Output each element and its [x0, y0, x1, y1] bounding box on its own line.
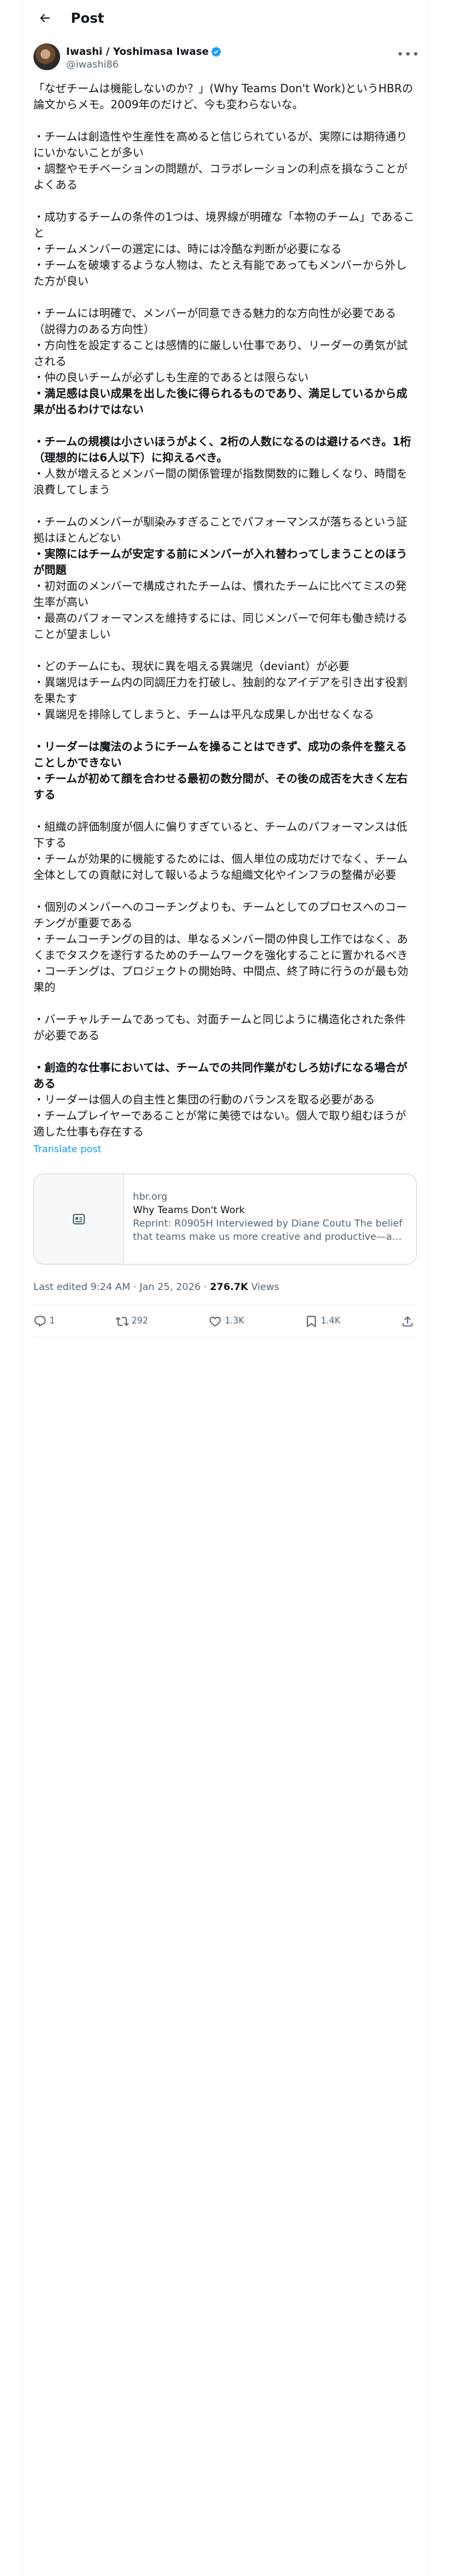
author-info: Iwashi / Yoshimasa Iwase @iwashi86 — [66, 43, 222, 72]
tweet-line: ・チームコーチングの目的は、単なるメンバー間の仲良し工作ではなく、あくまでタスク… — [33, 933, 408, 962]
tweet-line: ・方向性を設定することは感情的に厳しい仕事であり、リーダーの勇気が試される — [33, 339, 408, 368]
tweet-line: ・個別のメンバーへのコーチングよりも、チームとしてのプロセスへのコーチングが重要… — [33, 901, 408, 930]
tweet-line: 「なぜチームは機能しないのか？」(Why Teams Don't Work)とい… — [33, 82, 414, 111]
tweet-line: ・異端児を排除してしまうと、チームは平凡な成果しか出せなくなる — [33, 708, 374, 721]
tweet-line: ・仲の良いチームが必ずしも生産的であるとは限らない — [33, 371, 309, 384]
tweet-line: ・どのチームにも、現状に異を唱える異端児（deviant）が必要 — [33, 660, 350, 673]
tweet-line: ・コーチングは、プロジェクトの開始時、中間点、終了時に行うのが最も効果的 — [33, 965, 408, 994]
views-count: 276.7K — [210, 1282, 249, 1293]
tweet-text: 「なぜチームは機能しないのか？」(Why Teams Don't Work)とい… — [23, 81, 428, 1140]
tweet-line: ・初対面のメンバーで構成されたチームは、慣れたチームに比べてミスの発生率が高い — [33, 580, 407, 609]
top-bar: Post — [23, 0, 428, 35]
like-count: 1.3K — [224, 1316, 245, 1326]
bookmark-count: 1.4K — [321, 1316, 341, 1326]
tweet-line: ・人数が増えるとメンバー間の関係管理が指数関数的に難しくなり、時間を浪費してしま… — [33, 467, 408, 496]
tweet-line: ・チームには明確で、メンバーが同意できる魅力的な方向性が必要である（説得力のある… — [33, 307, 396, 336]
heart-icon — [209, 1316, 221, 1327]
link-card[interactable]: hbr.org Why Teams Don't Work Reprint: R0… — [33, 1174, 417, 1265]
card-thumbnail — [34, 1174, 124, 1264]
author-name[interactable]: Iwashi / Yoshimasa Iwase — [66, 45, 208, 58]
tweet-line: ・組織の評価制度が個人に偏りすぎていると、チームのパフォーマンスは低下する — [33, 821, 408, 849]
tweet-line: ・チームを破壊するような人物は、たとえ有能であってもメンバーから外した方が良い — [33, 259, 407, 288]
verified-badge-icon — [211, 46, 222, 57]
tweet-line: ・成功するチームの条件の1つは、境界線が明確な「本物のチーム」であること — [33, 211, 415, 239]
card-text: hbr.org Why Teams Don't Work Reprint: R0… — [124, 1174, 416, 1264]
back-button[interactable] — [33, 7, 56, 29]
tweet-line: ・チームは創造性や生産性を高めると信じられているが、実際には期待通りにいかないこ… — [33, 130, 408, 159]
tweet-line: ・チームプレイヤーであることが常に美徳ではない。個人で取り組むほうが適した仕事も… — [33, 1109, 406, 1138]
translate-link[interactable]: Translate post — [33, 1144, 102, 1155]
post-column: Post Iwashi / Yoshimasa Iwase @iwashi86 … — [22, 0, 428, 2576]
page-title: Post — [71, 9, 104, 26]
tweet-line: ・調整やモチベーションの問題が、コラボレーションの利点を損なうことがよくある — [33, 163, 408, 191]
share-button[interactable] — [401, 1315, 417, 1328]
reply-count: 1 — [49, 1316, 55, 1326]
tweet-line: ・チームのメンバーが馴染みすぎることでパフォーマンスが落ちるという証拠はほとんど… — [33, 516, 408, 544]
share-icon — [402, 1315, 413, 1326]
repost-button[interactable]: 292 — [115, 1315, 148, 1328]
tweet-line: ・実際にはチームが安定する前にメンバーが入れ替わってしまうことのほうが問題 — [33, 548, 408, 576]
avatar[interactable] — [33, 43, 60, 70]
author-name-row[interactable]: Iwashi / Yoshimasa Iwase — [66, 45, 222, 58]
repost-icon — [115, 1316, 129, 1326]
author-handle[interactable]: @iwashi86 — [66, 58, 222, 72]
more-dots-icon: ••• — [396, 47, 420, 62]
more-options-button[interactable]: ••• — [396, 46, 420, 62]
card-domain: hbr.org — [133, 1192, 168, 1202]
tweet-line: ・異端児はチーム内の同調圧力を打破し、独創的なアイデアを引き出す役割を果たす — [33, 676, 408, 705]
page: Post Iwashi / Yoshimasa Iwase @iwashi86 … — [0, 0, 451, 2576]
author-row: Iwashi / Yoshimasa Iwase @iwashi86 ••• — [23, 43, 428, 81]
tweet-line: ・チームが初めて顔を合わせる最初の数分間が、その後の成否を大きく左右する — [33, 772, 408, 801]
tweet-line: ・チームメンバーの選定には、時には冷酷な判断が必要になる — [33, 243, 342, 255]
card-description: Reprint: R0905H Interviewed by Diane Cou… — [133, 1218, 404, 1243]
tweet-line: ・チームの規模は小さいほうがよく、2桁の人数になるのは避けるべき。1桁（理想的に… — [33, 435, 412, 464]
tweet-line: ・バーチャルチームであっても、対面チームと同じように構造化された条件が必要である — [33, 1013, 406, 1042]
tweet-line: ・チームが効果的に機能するためには、個人単位の成功だけでなく、チーム全体としての… — [33, 853, 408, 881]
views-label: Views — [248, 1282, 279, 1293]
tweet-line: ・リーダーは魔法のようにチームを操ることはできず、成功の条件を整えることしかでき… — [33, 740, 407, 769]
bookmark-icon — [307, 1315, 316, 1327]
tweet-line: ・最高のパフォーマンスを維持するには、同じメンバーで何年も働き続けることが望まし… — [33, 612, 408, 641]
bookmark-button[interactable]: 1.4K — [305, 1315, 340, 1328]
reply-icon — [34, 1315, 46, 1327]
like-button[interactable]: 1.3K — [208, 1315, 245, 1328]
reply-button[interactable]: 1 — [33, 1315, 55, 1328]
arrow-left-icon — [39, 13, 50, 22]
edited-timestamp[interactable]: Last edited 9:24 AM · Jan 25, 2026 · — [33, 1282, 210, 1293]
tweet-line: ・満足感は良い成果を出した後に得られるものであり、満足しているから成果が出るわけ… — [33, 387, 408, 416]
tweet-line: ・創造的な仕事においては、チームでの共同作業がむしろ妨げになる場合がある — [33, 1061, 408, 1090]
tweet-line: ・リーダーは個人の自主性と集団の行動のバランスを取る必要がある — [33, 1093, 375, 1106]
post-meta: Last edited 9:24 AM · Jan 25, 2026 · 276… — [33, 1281, 417, 1305]
action-bar: 1 292 1.3K 1.4K — [33, 1305, 417, 1337]
card-title: Why Teams Don't Work — [133, 1205, 245, 1216]
repost-count: 292 — [131, 1316, 148, 1326]
article-icon — [72, 1214, 85, 1224]
